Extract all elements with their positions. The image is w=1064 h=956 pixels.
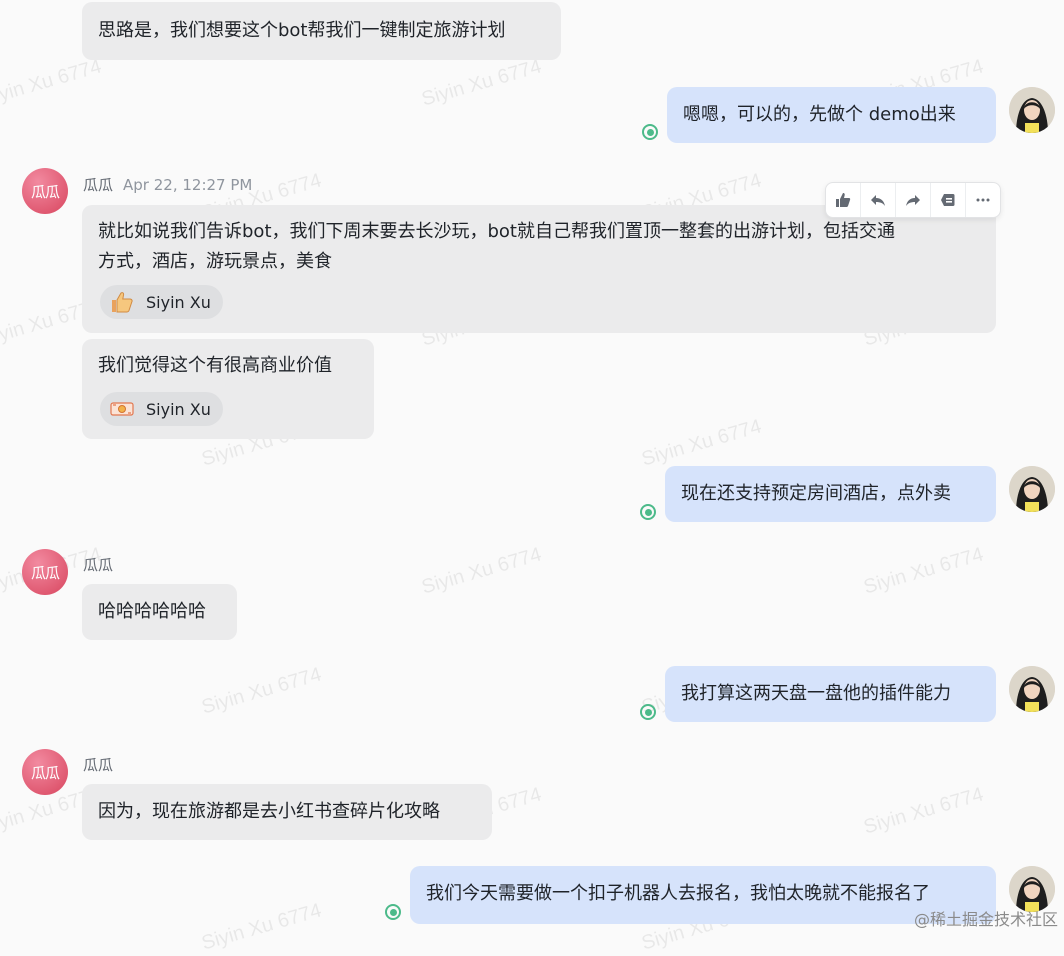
message-text: 哈哈哈哈哈哈 <box>98 601 206 622</box>
more-icon <box>976 198 990 202</box>
forward-icon <box>906 195 920 206</box>
avatar[interactable]: 瓜瓜 <box>22 549 68 595</box>
message-bubble[interactable]: 我们今天需要做一个扣子机器人去报名，我怕太晚就不能报名了 <box>410 866 996 924</box>
message-bubble[interactable]: 哈哈哈哈哈哈 <box>82 584 237 640</box>
avatar[interactable]: 瓜瓜 <box>22 749 68 795</box>
message-text: 现在还支持预定房间酒店，点外卖 <box>681 483 951 504</box>
reaction-chip[interactable]: Siyin Xu <box>100 285 223 319</box>
message-text: 嗯嗯，可以的，先做个 demo出来 <box>683 104 956 125</box>
avatar-label: 瓜瓜 <box>30 763 60 782</box>
message-text: 方式，酒店，游玩景点，美食 <box>98 251 332 272</box>
message-bubble[interactable]: 我打算这两天盘一盘他的插件能力 <box>665 666 996 722</box>
message-bubble[interactable]: 因为，现在旅游都是去小红书查碎片化攻略 <box>82 784 492 840</box>
sender-name[interactable]: 瓜瓜 <box>83 556 113 574</box>
watermark: Siyin Xu 6774 <box>861 783 986 839</box>
avatar[interactable] <box>1009 666 1055 712</box>
sender-header: 瓜瓜 <box>83 554 113 575</box>
read-receipt-icon <box>385 904 401 920</box>
watermark: Siyin Xu 6774 <box>199 899 324 955</box>
message-action-toolbar <box>825 182 1001 218</box>
reply-icon <box>871 195 885 206</box>
user-avatar-icon <box>1009 666 1055 712</box>
thumbs-up-icon <box>836 193 851 207</box>
message-text: 我们今天需要做一个扣子机器人去报名，我怕太晚就不能报名了 <box>426 883 930 904</box>
sender-header: 瓜瓜 Apr 22, 12:27 PM <box>83 174 252 195</box>
read-receipt-icon <box>642 124 658 140</box>
watermark: Siyin Xu 6774 <box>199 663 324 719</box>
avatar[interactable] <box>1009 466 1055 512</box>
reaction-chip[interactable]: Siyin Xu <box>100 392 223 426</box>
message-text: 因为，现在旅游都是去小红书查碎片化攻略 <box>98 801 440 822</box>
avatar-label: 瓜瓜 <box>30 563 60 582</box>
reaction-user: Siyin Xu <box>146 399 211 419</box>
thumbs-up-emoji-icon <box>112 292 133 313</box>
sender-header: 瓜瓜 <box>83 754 113 775</box>
message-text: 就比如说我们告诉bot，我们下周末要去长沙玩，bot就自己帮我们置顶一整套的出游… <box>98 221 895 242</box>
avatar[interactable] <box>1009 87 1055 133</box>
message-bubble[interactable]: 现在还支持预定房间酒店，点外卖 <box>665 466 996 522</box>
more-button[interactable] <box>966 183 1000 217</box>
sender-name[interactable]: 瓜瓜 <box>83 176 113 194</box>
pin-icon <box>941 194 955 206</box>
forward-button[interactable] <box>896 183 931 217</box>
message-bubble[interactable]: 嗯嗯，可以的，先做个 demo出来 <box>667 87 996 143</box>
money-emoji-icon <box>110 402 134 416</box>
avatar[interactable]: 瓜瓜 <box>22 168 68 214</box>
user-avatar-icon <box>1009 87 1055 133</box>
read-receipt-icon <box>640 704 656 720</box>
reaction-user: Siyin Xu <box>146 292 211 312</box>
watermark: Siyin Xu 6774 <box>861 543 986 599</box>
watermark: Siyin Xu 6774 <box>419 543 544 599</box>
reply-button[interactable] <box>861 183 896 217</box>
message-bubble[interactable]: 思路是，我们想要这个bot帮我们一键制定旅游计划 <box>82 2 561 60</box>
read-receipt-icon <box>640 504 656 520</box>
message-text: 我打算这两天盘一盘他的插件能力 <box>681 683 951 704</box>
watermark: Siyin Xu 6774 <box>419 55 544 111</box>
watermark: Siyin Xu 6774 <box>0 55 104 111</box>
user-avatar-icon <box>1009 466 1055 512</box>
watermark: Siyin Xu 6774 <box>639 415 764 471</box>
message-text: 思路是，我们想要这个bot帮我们一键制定旅游计划 <box>98 20 506 41</box>
message-time: Apr 22, 12:27 PM <box>123 176 253 194</box>
avatar-label: 瓜瓜 <box>30 182 60 201</box>
message-bubble[interactable]: 就比如说我们告诉bot，我们下周末要去长沙玩，bot就自己帮我们置顶一整套的出游… <box>82 205 996 333</box>
pin-button[interactable] <box>931 183 966 217</box>
sender-name[interactable]: 瓜瓜 <box>83 756 113 774</box>
corner-watermark: @稀土掘金技术社区 <box>913 910 1058 929</box>
message-text: 我们觉得这个有很高商业价值 <box>98 355 332 376</box>
thumbs-up-button[interactable] <box>826 183 861 217</box>
